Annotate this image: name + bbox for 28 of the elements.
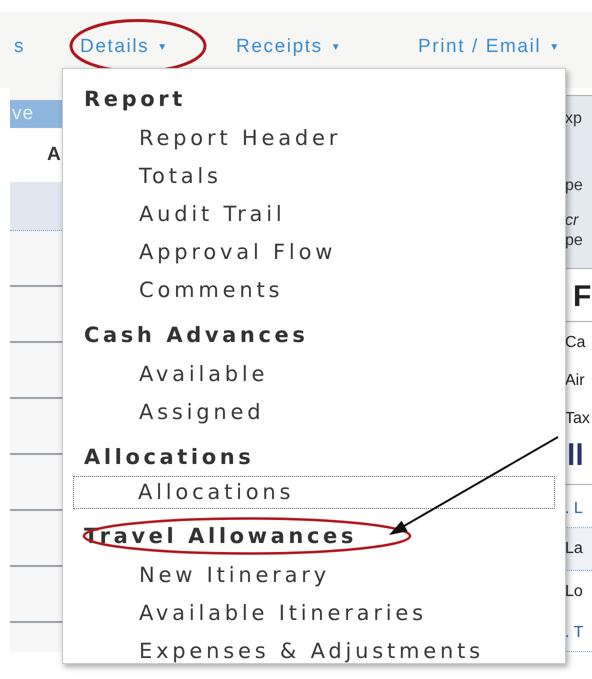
menu-item[interactable]: Comments (63, 270, 554, 308)
panel-text: pe (565, 231, 584, 251)
menu-item[interactable]: Assigned (63, 392, 554, 430)
menu-item[interactable]: Audit Trail (63, 194, 554, 232)
menu-item[interactable]: Allocations (73, 476, 555, 509)
menu-item[interactable]: New Itinerary (63, 555, 554, 593)
menu-item[interactable]: Available (63, 354, 554, 392)
menu-section-heading: Cash Advances (84, 323, 308, 347)
selected-table-row[interactable] (10, 182, 62, 231)
menu-item[interactable]: Totals (63, 156, 554, 194)
menu-item[interactable]: Report Header (63, 118, 554, 156)
field-label: Ca (565, 333, 586, 353)
panel-text: xp (565, 109, 583, 129)
menu-item[interactable]: Expenses & Adjustments (63, 631, 554, 669)
caret-icon: ▼ (157, 42, 168, 52)
field-label: Air (565, 371, 586, 391)
menu-item[interactable]: Approval Flow (63, 232, 554, 270)
menu-section-heading: Allocations (84, 445, 254, 469)
field-label: Lo (565, 582, 584, 602)
menu-item[interactable]: Available Itineraries (63, 593, 554, 631)
column-header: A (10, 128, 62, 182)
caret-icon: ▼ (330, 42, 341, 52)
list-row-text: La (565, 528, 592, 571)
caret-icon: ▼ (549, 42, 560, 52)
panel-text: pe (565, 176, 584, 196)
menu-section-heading: Report (84, 87, 186, 111)
field-label: Tax (565, 409, 591, 429)
panel-text: cr (565, 211, 580, 231)
